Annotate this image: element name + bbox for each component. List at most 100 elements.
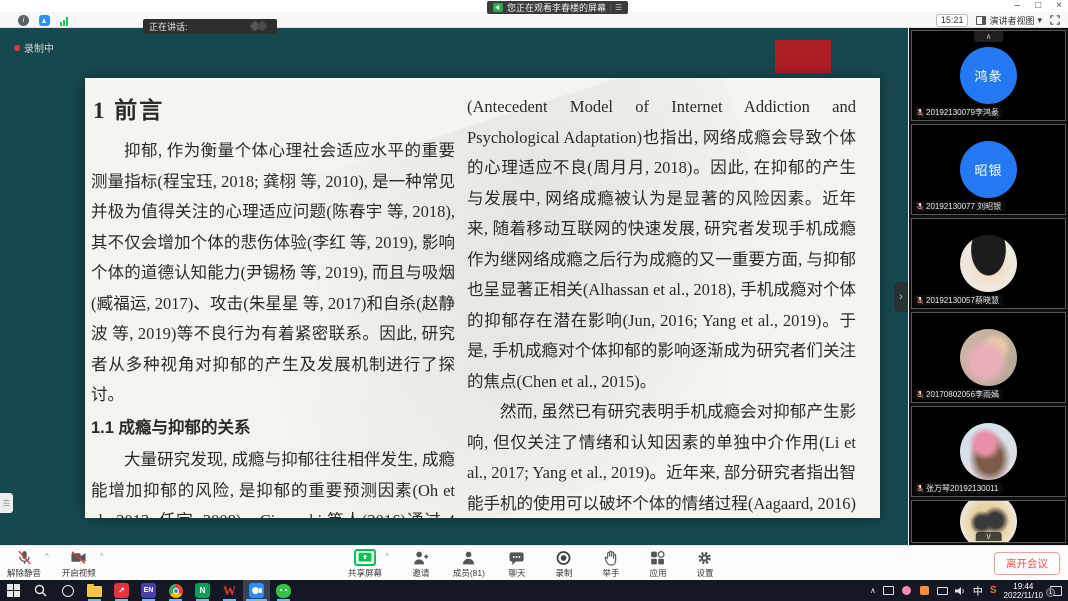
- record-label: 录制: [555, 567, 572, 579]
- avatar: 鸿彖: [960, 47, 1017, 104]
- cortana-button[interactable]: [54, 580, 81, 601]
- en-app-icon: EN: [141, 583, 156, 598]
- shared-screen: 录制中 1 前言 抑郁, 作为衡量个体心理社会适应水平的重要测量指标(程宝珏, …: [0, 28, 908, 545]
- network-icon[interactable]: [937, 586, 948, 596]
- tray-app-icon[interactable]: [883, 586, 894, 596]
- share-screen-label: 共享屏幕: [348, 567, 382, 579]
- layout-icon: [976, 16, 986, 25]
- fullscreen-icon[interactable]: [1050, 15, 1060, 25]
- participant-name: 20170802056李雨嫣: [914, 389, 1003, 400]
- notification-center-icon[interactable]: 1: [1050, 586, 1062, 596]
- sogou-ime-icon[interactable]: S: [990, 585, 997, 596]
- view-mode-button[interactable]: 演讲者视图 ▾: [976, 14, 1042, 27]
- muted-mic-icon: [916, 296, 924, 305]
- paragraph: 大量研究发现, 成瘾与抑郁往往相伴发生, 成瘾能增加抑郁的风险, 是抑郁的重要预…: [91, 445, 455, 518]
- wps-icon: W: [223, 583, 236, 599]
- taskbar-meeting-app[interactable]: [243, 580, 270, 601]
- n-app-icon: N: [195, 583, 210, 598]
- share-options-icon[interactable]: ^: [385, 552, 389, 561]
- close-button[interactable]: ×: [1056, 1, 1062, 11]
- panel-collapse-handle[interactable]: ›: [894, 282, 908, 312]
- maximize-button[interactable]: □: [1035, 1, 1041, 11]
- watching-screen-banner[interactable]: 您正在观看李春楼的屏幕 ☰: [487, 1, 628, 14]
- participant-tile[interactable]: 张万琴20192130011: [911, 406, 1066, 497]
- participant-name: 20192130079李鸿彖: [914, 107, 1003, 118]
- tray-app-icon[interactable]: [901, 586, 912, 596]
- settings-button[interactable]: 设置: [690, 549, 720, 579]
- chat-label: 聊天: [508, 567, 525, 579]
- tray-expand-icon[interactable]: ∧: [870, 586, 876, 595]
- now-speaking-label: 正在讲话:: [149, 20, 188, 33]
- document-right-column: (Antecedent Model of Internet Addiction …: [467, 92, 856, 518]
- unmute-button[interactable]: 解除静音: [6, 549, 42, 579]
- muted-mic-icon: [916, 390, 924, 399]
- network-signal-icon: [60, 16, 68, 26]
- taskbar-stock-app[interactable]: ↗: [108, 580, 135, 601]
- participant-tile[interactable]: 20192130057蔡晓慧: [911, 218, 1066, 309]
- muted-mic-icon: [916, 108, 924, 117]
- leave-meeting-button[interactable]: 离开会议: [994, 552, 1060, 575]
- apps-button[interactable]: 应用: [643, 549, 673, 579]
- participant-tile[interactable]: 20170802056李雨嫣: [911, 312, 1066, 403]
- camera-off-icon: [69, 549, 88, 566]
- invite-label: 邀请: [412, 567, 429, 579]
- members-button[interactable]: 成员(81): [453, 549, 485, 579]
- gear-icon: [696, 549, 713, 566]
- muted-mic-icon: [916, 202, 924, 211]
- view-mode-label: 演讲者视图: [989, 14, 1034, 27]
- participant-name: 张万琴20192130011: [914, 483, 1002, 494]
- participants-panel: ∧ 鸿彖 20192130079李鸿彖 昭银 20192130077 刘昭银: [908, 28, 1068, 545]
- mic-options-icon[interactable]: ^: [45, 552, 49, 561]
- taskbar-evernote-app[interactable]: EN: [135, 580, 162, 601]
- raise-hand-button[interactable]: 举手: [596, 549, 626, 579]
- search-button[interactable]: [27, 580, 54, 601]
- meeting-status-icons: i: [18, 14, 68, 26]
- taskbar-notes-app[interactable]: N: [189, 580, 216, 601]
- meeting-window: 您正在观看李春楼的屏幕 ☰ – □ × i 15:21 演讲者视图 ▾: [0, 0, 1068, 601]
- participant-tile[interactable]: ∨: [911, 500, 1066, 543]
- start-video-label: 开启视频: [62, 567, 96, 579]
- collapse-strip-icon[interactable]: ∧: [974, 31, 1004, 42]
- scroll-down-icon[interactable]: ∨: [975, 532, 1002, 541]
- chat-button[interactable]: 聊天: [502, 549, 532, 579]
- meeting-toolbar: 解除静音 ^ 开启视频 ^: [0, 545, 1068, 580]
- record-button[interactable]: 录制: [549, 549, 579, 579]
- minimize-button[interactable]: –: [1015, 1, 1021, 11]
- apps-icon: [649, 549, 666, 566]
- tray-app-icon[interactable]: [919, 586, 930, 596]
- avatar: [960, 423, 1017, 480]
- annotation-toolbar-handle[interactable]: ☰: [0, 493, 13, 513]
- subsection-heading: 1.1 成瘾与抑郁的关系: [91, 413, 455, 444]
- paragraph: 抑郁, 作为衡量个体心理社会适应水平的重要测量指标(程宝珏, 2018; 龚栩 …: [91, 136, 455, 411]
- taskbar-file-explorer[interactable]: [81, 580, 108, 601]
- video-options-icon[interactable]: ^: [100, 552, 104, 561]
- window-titlebar: 您正在观看李春楼的屏幕 ☰ – □ ×: [0, 0, 1068, 12]
- invite-button[interactable]: 邀请: [406, 549, 436, 579]
- raise-hand-icon: [602, 549, 619, 566]
- divider: [610, 4, 611, 12]
- participant-tile[interactable]: 昭银 20192130077 刘昭银: [911, 124, 1066, 215]
- start-button[interactable]: [0, 580, 27, 601]
- now-speaking-bar: 正在讲话:: [143, 19, 277, 34]
- security-shield-icon[interactable]: [39, 15, 50, 26]
- taskbar-wechat[interactable]: [270, 580, 297, 601]
- banner-menu-icon[interactable]: ☰: [615, 4, 622, 12]
- taskbar-chrome[interactable]: [162, 580, 189, 601]
- ime-indicator[interactable]: 中: [973, 583, 983, 598]
- document-page: 1 前言 抑郁, 作为衡量个体心理社会适应水平的重要测量指标(程宝珏, 2018…: [85, 78, 880, 518]
- taskbar-clock[interactable]: 19:44 2022/11/10: [1004, 582, 1043, 600]
- taskbar-date: 2022/11/10: [1004, 591, 1043, 600]
- share-screen-button[interactable]: 共享屏幕: [348, 549, 382, 579]
- journal-logo-block: [775, 40, 831, 73]
- participant-tile[interactable]: ∧ 鸿彖 20192130079李鸿彖: [911, 30, 1066, 121]
- recording-indicator: 录制中: [14, 40, 54, 55]
- taskbar-time: 19:44: [1004, 582, 1043, 591]
- volume-icon[interactable]: [955, 586, 966, 596]
- meeting-info-icon[interactable]: i: [18, 15, 29, 26]
- members-icon: [460, 549, 477, 566]
- start-video-button[interactable]: 开启视频: [61, 549, 97, 579]
- members-label: 成员(81): [453, 567, 485, 579]
- notification-badge: 1: [1046, 588, 1055, 597]
- speaker-icon: [493, 3, 503, 12]
- taskbar-wps[interactable]: W: [216, 580, 243, 601]
